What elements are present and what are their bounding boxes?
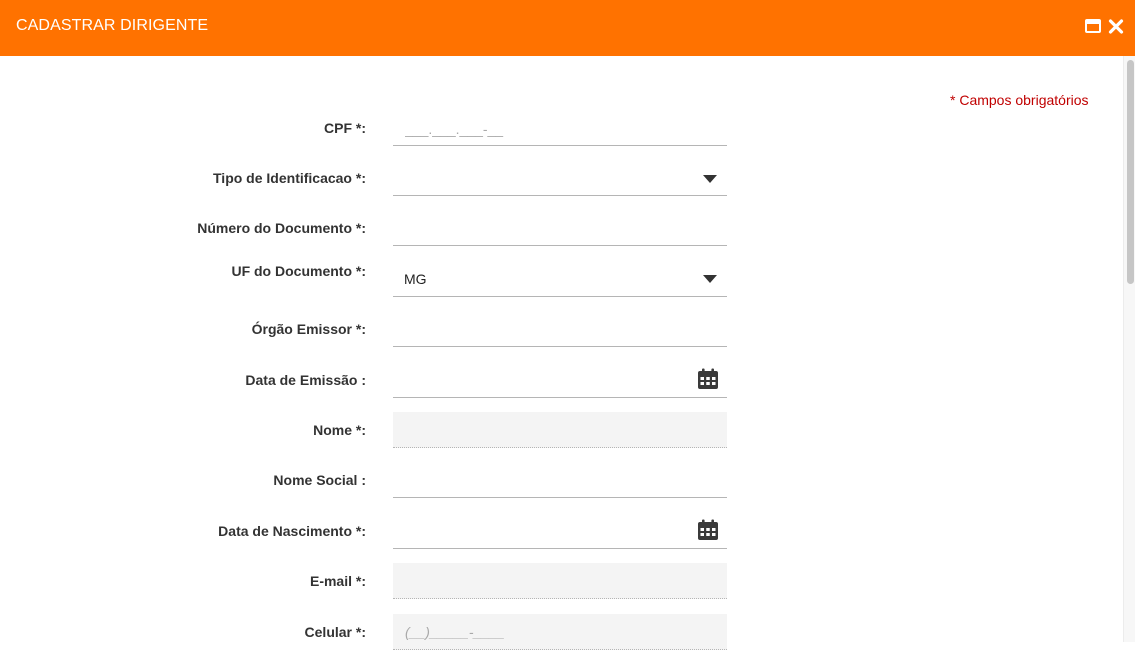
uf-documento-value: MG — [404, 271, 427, 287]
calendar-icon[interactable] — [697, 519, 719, 541]
numero-documento-label: Número do Documento *: — [197, 220, 366, 236]
nome-social-label: Nome Social : — [273, 472, 366, 488]
data-emissao-input[interactable] — [393, 364, 727, 398]
modal-title: CADASTRAR DIRIGENTE — [16, 17, 209, 34]
window-maximize-icon[interactable] — [1083, 17, 1103, 37]
data-emissao-label: Data de Emissão : — [245, 372, 366, 388]
numero-documento-input[interactable] — [393, 212, 727, 246]
uf-documento-label: UF do Documento *: — [231, 263, 366, 279]
vertical-scrollbar[interactable] — [1123, 56, 1135, 642]
email-input[interactable] — [393, 563, 727, 599]
required-fields-note: * Campos obrigatórios — [950, 92, 1089, 108]
data-nascimento-label: Data de Nascimento *: — [218, 523, 366, 539]
modal-header: CADASTRAR DIRIGENTE — [0, 0, 1135, 56]
nome-input[interactable] — [393, 412, 727, 448]
cpf-label: CPF *: — [324, 120, 366, 136]
email-label: E-mail *: — [309, 573, 366, 589]
tipo-identificacao-label: Tipo de Identificacao *: — [213, 170, 366, 186]
cpf-input[interactable] — [393, 112, 727, 146]
celular-label: Celular *: — [304, 624, 366, 640]
nome-label: Nome *: — [313, 422, 366, 438]
data-nascimento-input[interactable] — [393, 515, 727, 549]
celular-input[interactable] — [393, 614, 727, 650]
close-icon[interactable] — [1106, 17, 1126, 37]
scrollbar-thumb[interactable] — [1127, 60, 1134, 284]
orgao-emissor-input[interactable] — [393, 313, 727, 347]
caret-down-icon — [703, 175, 717, 183]
orgao-emissor-label: Órgão Emissor *: — [251, 321, 366, 337]
nome-social-input[interactable] — [393, 464, 727, 498]
uf-documento-select[interactable]: MG — [393, 262, 727, 297]
tipo-identificacao-select[interactable] — [393, 162, 727, 196]
caret-down-icon — [703, 275, 717, 283]
calendar-icon[interactable] — [697, 368, 719, 390]
